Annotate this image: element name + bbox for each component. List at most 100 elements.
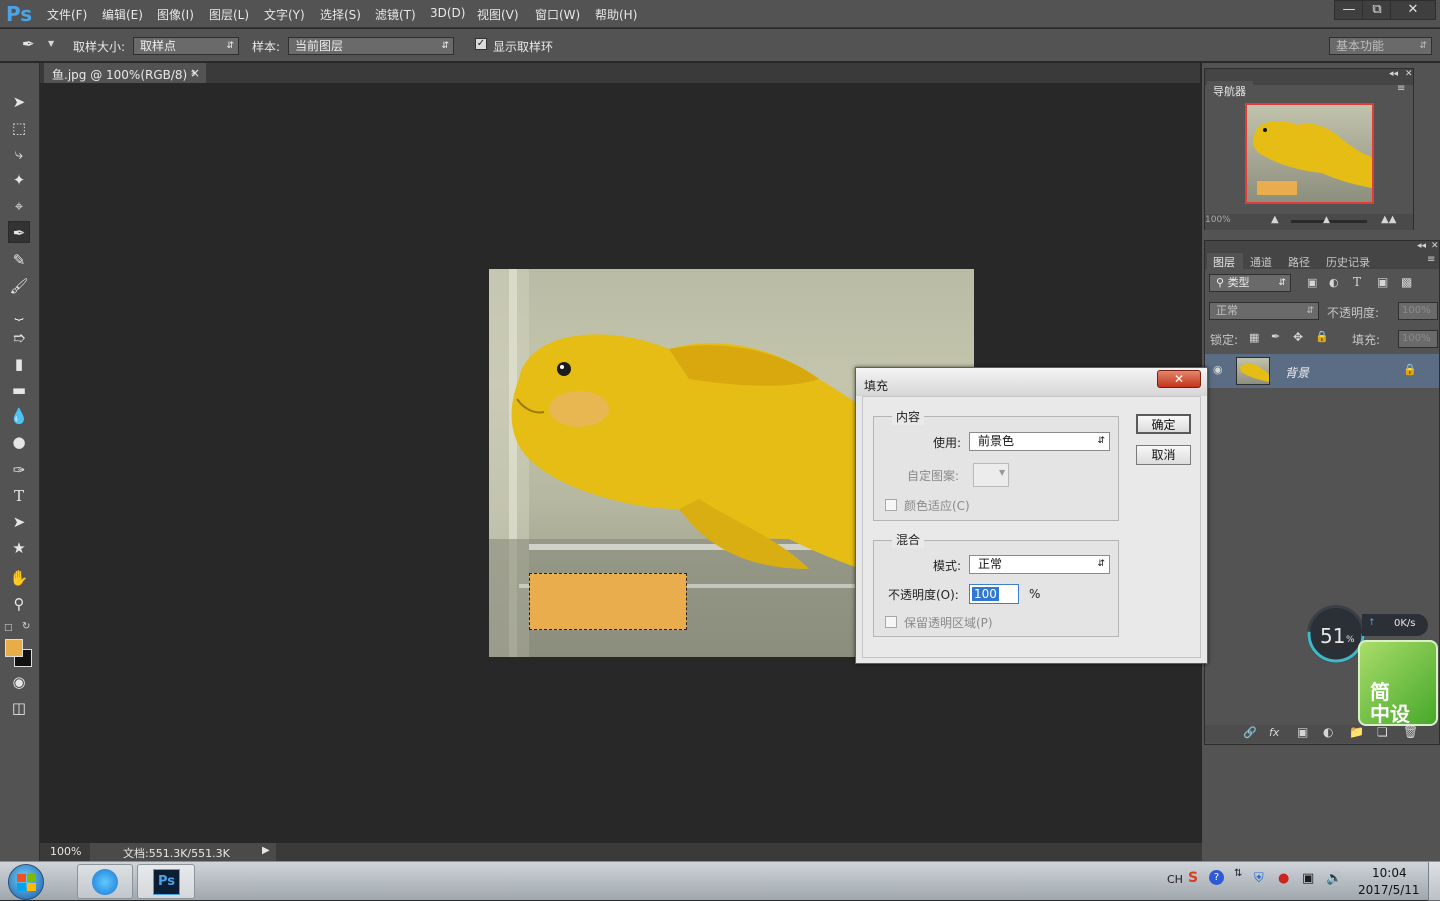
- tab-paths[interactable]: 路径: [1288, 254, 1310, 270]
- blend-mode-select[interactable]: 正常 ⇵: [1209, 302, 1319, 320]
- use-select[interactable]: 前景色 ⇵: [969, 432, 1110, 451]
- workspace-select[interactable]: 基本功能 ⇵: [1329, 37, 1432, 55]
- zoom-out-icon[interactable]: ▲: [1271, 214, 1279, 225]
- filter-adjustment-icon[interactable]: ◐: [1329, 276, 1339, 289]
- new-group-icon[interactable]: 📁: [1349, 725, 1364, 739]
- qq-icon[interactable]: ●: [1278, 871, 1289, 886]
- close-icon[interactable]: ✕: [1390, 0, 1436, 20]
- visibility-eye-icon[interactable]: ◉: [1213, 363, 1223, 376]
- eyedropper-icon[interactable]: ✒: [22, 35, 35, 53]
- marquee-tool-icon[interactable]: ⬚: [8, 117, 30, 139]
- ok-button[interactable]: 确定: [1136, 414, 1191, 434]
- path-selection-tool-icon[interactable]: ➤: [8, 511, 30, 533]
- menu-filter[interactable]: 滤镜(T): [375, 6, 416, 23]
- menu-3d[interactable]: 3D(D): [430, 6, 465, 20]
- tab-layers[interactable]: 图层: [1207, 253, 1243, 269]
- dodge-tool-icon[interactable]: ●: [8, 431, 30, 453]
- menu-window[interactable]: 窗口(W): [535, 6, 580, 23]
- menu-select[interactable]: 选择(S): [320, 6, 361, 23]
- lock-transparent-icon[interactable]: ▦: [1249, 331, 1259, 344]
- fx-icon[interactable]: fx: [1269, 726, 1279, 739]
- menu-image[interactable]: 图像(I): [157, 6, 194, 23]
- menu-layer[interactable]: 图层(L): [209, 6, 249, 23]
- taskbar-photoshop[interactable]: Ps: [137, 864, 195, 899]
- hand-tool-icon[interactable]: ✋: [8, 567, 30, 589]
- filter-shape-icon[interactable]: ▣: [1377, 275, 1388, 289]
- adjustment-layer-icon[interactable]: ◐: [1323, 725, 1333, 739]
- dialog-close-icon[interactable]: ✕: [1157, 370, 1201, 388]
- magic-wand-tool-icon[interactable]: ✦: [8, 169, 30, 191]
- tab-navigator[interactable]: 导航器: [1207, 81, 1253, 98]
- gradient-tool-icon[interactable]: ▬: [8, 379, 30, 401]
- lock-pixels-icon[interactable]: ✒: [1271, 330, 1280, 343]
- collapse-icon[interactable]: ◂◂: [1389, 69, 1398, 79]
- type-tool-icon[interactable]: T: [8, 485, 30, 507]
- eraser-tool-icon[interactable]: ▮: [8, 353, 30, 375]
- panel-close-icon[interactable]: ✕: [1405, 69, 1413, 79]
- default-colors-icon[interactable]: □: [4, 623, 13, 633]
- eyedropper-tool-icon[interactable]: ✒: [8, 221, 30, 243]
- document-tab[interactable]: 鱼.jpg @ 100%(RGB/8) * ×: [44, 63, 206, 83]
- help-icon[interactable]: ?: [1209, 870, 1224, 885]
- memory-widget[interactable]: 51 %: [1307, 605, 1365, 663]
- filter-pixel-icon[interactable]: ▣: [1307, 276, 1317, 289]
- brush-tool-icon[interactable]: 🖌: [8, 275, 30, 297]
- filter-smart-object-icon[interactable]: ▩: [1401, 275, 1412, 289]
- stamp-tool-icon[interactable]: ⏟: [8, 301, 30, 323]
- shape-tool-icon[interactable]: ★: [8, 537, 30, 559]
- language-indicator[interactable]: CH: [1167, 873, 1183, 886]
- filled-selection[interactable]: [529, 573, 687, 630]
- zoom-tool-icon[interactable]: ⚲: [8, 593, 30, 615]
- menu-view[interactable]: 视图(V): [477, 6, 519, 23]
- move-tool-icon[interactable]: ➤: [8, 91, 30, 113]
- crop-tool-icon[interactable]: ⌖: [8, 195, 30, 217]
- delete-layer-icon[interactable]: 🗑: [1403, 725, 1418, 739]
- sample-select[interactable]: 当前图层 ⇵: [288, 37, 454, 55]
- app-badge[interactable]: 简 中设: [1358, 640, 1438, 726]
- dialog-title-bar[interactable]: 填充: [856, 368, 1207, 396]
- show-ring-checkbox[interactable]: ✓: [475, 38, 487, 50]
- panel-close-icon[interactable]: ✕: [1431, 241, 1439, 251]
- new-layer-icon[interactable]: ❏: [1377, 725, 1388, 739]
- sogou-ime-icon[interactable]: S: [1188, 870, 1198, 886]
- layer-name[interactable]: 背景: [1285, 364, 1309, 381]
- add-mask-icon[interactable]: ▣: [1297, 725, 1308, 739]
- opacity-input[interactable]: 100: [969, 584, 1019, 604]
- tool-preset-arrow-icon[interactable]: ▼: [48, 39, 54, 48]
- panel-menu-icon[interactable]: ≡: [1397, 83, 1405, 94]
- clock-time[interactable]: 10:04: [1372, 866, 1407, 880]
- pen-tool-icon[interactable]: ✑: [8, 459, 30, 481]
- filter-type-icon[interactable]: T: [1353, 275, 1361, 289]
- menu-help[interactable]: 帮助(H): [595, 6, 637, 23]
- fill-input[interactable]: 100%: [1398, 330, 1438, 348]
- menu-file[interactable]: 文件(F): [47, 6, 87, 23]
- clock-date[interactable]: 2017/5/11: [1358, 883, 1420, 897]
- lock-all-icon[interactable]: 🔒: [1315, 330, 1329, 343]
- status-menu-arrow-icon[interactable]: ▶: [262, 845, 270, 856]
- history-brush-tool-icon[interactable]: ➱: [8, 327, 30, 349]
- show-desktop-button[interactable]: [1428, 862, 1440, 901]
- volume-icon[interactable]: 🔊: [1326, 871, 1342, 886]
- blur-tool-icon[interactable]: 💧: [8, 405, 30, 427]
- menu-type[interactable]: 文字(Y): [264, 6, 305, 23]
- tab-history[interactable]: 历史记录: [1326, 254, 1370, 270]
- security-shield-icon[interactable]: ⛨: [1254, 871, 1264, 886]
- restore-icon[interactable]: ⧉: [1362, 0, 1392, 20]
- minimize-icon[interactable]: —: [1334, 0, 1364, 20]
- layer-row[interactable]: ◉ 背景 🔒: [1205, 354, 1439, 388]
- taskbar-browser[interactable]: [77, 864, 133, 899]
- tray-expand-icon[interactable]: ⇅: [1234, 868, 1242, 879]
- link-layers-icon[interactable]: 🔗: [1243, 726, 1257, 739]
- sample-size-select[interactable]: 取样点 ⇵: [133, 37, 239, 55]
- tab-channels[interactable]: 通道: [1250, 254, 1272, 270]
- cancel-button[interactable]: 取消: [1136, 445, 1191, 465]
- panel-menu-icon[interactable]: ≡: [1427, 254, 1435, 265]
- zoom-in-icon[interactable]: ▲▲: [1381, 214, 1396, 225]
- network-icon[interactable]: ▣: [1302, 871, 1314, 886]
- zoom-level[interactable]: 100%: [50, 845, 81, 858]
- lock-position-icon[interactable]: ✥: [1293, 330, 1303, 344]
- close-tab-icon[interactable]: ×: [190, 66, 200, 80]
- opacity-input[interactable]: 100%: [1398, 302, 1438, 320]
- menu-edit[interactable]: 编辑(E): [102, 6, 143, 23]
- healing-brush-tool-icon[interactable]: ✎: [8, 249, 30, 271]
